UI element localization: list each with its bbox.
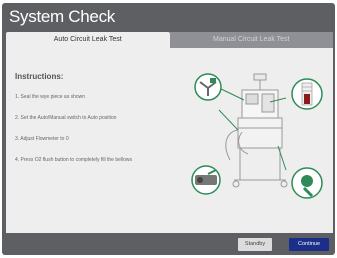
flowmeter-icon (291, 78, 323, 110)
wye-piece-icon (194, 73, 222, 101)
content-panel: Instructions: 1. Seal the wye piece as s… (6, 48, 333, 233)
tab-auto-circuit-leak-test[interactable]: Auto Circuit Leak Test (6, 32, 170, 48)
system-check-window: System Check Auto Circuit Leak Test Manu… (2, 3, 335, 255)
instruction-step: 3. Adjust Flowmeter to 0 (15, 136, 69, 142)
tab-manual-circuit-leak-test[interactable]: Manual Circuit Leak Test (169, 32, 333, 48)
instruction-step: 2. Set the Auto/Manual switch to Auto po… (15, 115, 117, 121)
footer-bar: Standby Continue (2, 233, 335, 255)
switch-icon (191, 165, 221, 195)
o2-flush-icon (291, 167, 323, 199)
tab-bar: Auto Circuit Leak Test Manual Circuit Le… (6, 32, 333, 48)
instruction-step: 4. Press O2 flush button to completely f… (15, 157, 133, 163)
machine-diagram (191, 73, 323, 199)
instructions-title: Instructions: (15, 72, 64, 81)
anesthesia-machine-icon (225, 73, 288, 188)
instructions-list: 1. Seal the wye piece as shown 2. Set th… (15, 94, 132, 178)
continue-button[interactable]: Continue (289, 238, 329, 251)
instruction-step: 1. Seal the wye piece as shown (15, 94, 86, 100)
standby-button[interactable]: Standby (238, 238, 272, 251)
window-title: System Check (9, 7, 115, 26)
